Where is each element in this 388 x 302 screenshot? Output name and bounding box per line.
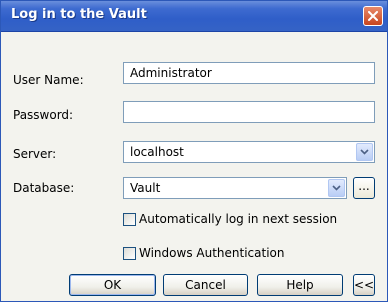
- user-name-label: User Name:: [13, 73, 84, 87]
- help-button[interactable]: Help: [257, 274, 343, 296]
- user-name-field[interactable]: [123, 62, 375, 84]
- title-bar[interactable]: Log in to the Vault: [1, 1, 387, 32]
- cancel-button[interactable]: Cancel: [163, 274, 248, 296]
- user-name-input[interactable]: [124, 63, 374, 83]
- database-label: Database:: [13, 181, 75, 195]
- window-title: Log in to the Vault: [11, 7, 147, 22]
- password-field[interactable]: [123, 101, 375, 123]
- windows-auth-checkbox[interactable]: [123, 246, 136, 260]
- chevron-down-icon: [360, 149, 369, 155]
- server-label: Server:: [13, 147, 57, 161]
- close-icon: [368, 11, 378, 21]
- server-dropdown[interactable]: localhost: [123, 141, 375, 163]
- server-value: localhost: [130, 145, 184, 159]
- database-value: Vault: [130, 181, 161, 195]
- login-dialog: Log in to the Vault User Name: Password:…: [0, 0, 388, 302]
- windows-auth-option[interactable]: Windows Authentication: [123, 246, 284, 260]
- ok-button[interactable]: OK: [69, 274, 156, 296]
- password-input[interactable]: [124, 102, 374, 122]
- windows-auth-label: Windows Authentication: [139, 246, 285, 260]
- auto-login-option[interactable]: Automatically log in next session: [123, 212, 337, 226]
- database-dropdown[interactable]: Vault: [123, 177, 347, 199]
- server-dropdown-button[interactable]: [356, 143, 373, 161]
- database-browse-button[interactable]: ...: [353, 177, 375, 199]
- chevron-down-icon: [332, 185, 341, 191]
- password-label: Password:: [13, 108, 74, 122]
- collapse-button[interactable]: <<: [353, 274, 375, 296]
- database-dropdown-button[interactable]: [328, 179, 345, 197]
- auto-login-checkbox[interactable]: [123, 212, 136, 226]
- auto-login-label: Automatically log in next session: [139, 212, 338, 226]
- close-button[interactable]: [363, 6, 383, 26]
